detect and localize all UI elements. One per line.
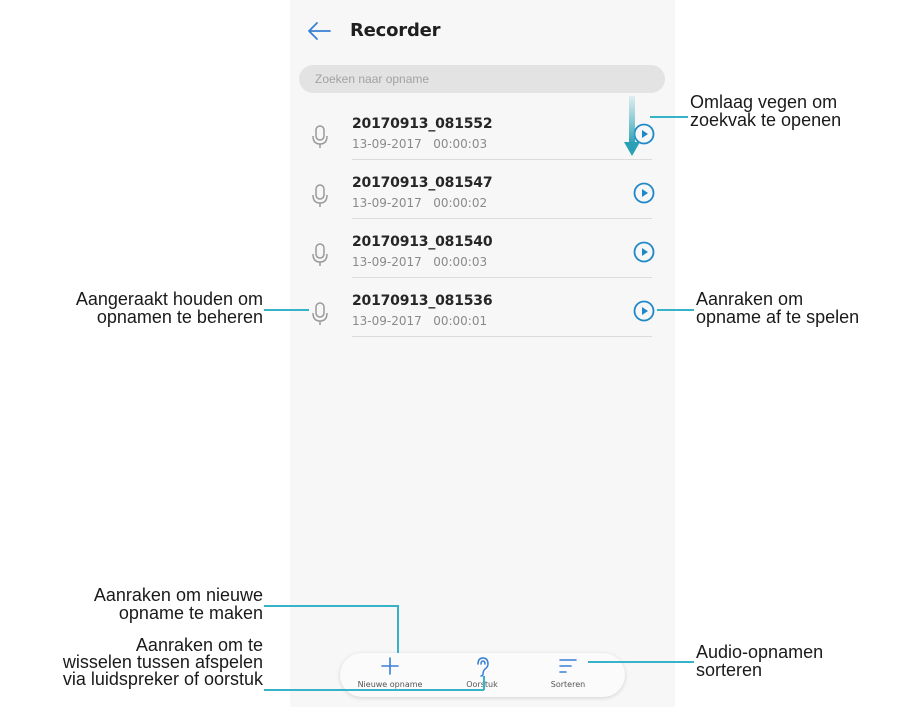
sort-lines-icon (559, 659, 577, 673)
microphone-icon (312, 243, 328, 266)
callout-line: opnamen te beheren (96, 307, 263, 327)
play-circle-icon[interactable] (632, 240, 656, 264)
recording-duration: 00:00:03 (433, 137, 488, 151)
new-recording-label: Nieuwe opname (357, 680, 423, 689)
recording-name: 20170913_081552 (352, 116, 493, 132)
list-item[interactable]: 20170913_081552 13-09-2017 00:00:03 (290, 110, 675, 168)
recording-name: 20170913_081547 (352, 175, 493, 191)
page-title: Recorder (350, 20, 441, 41)
recording-date: 13-09-2017 (352, 196, 422, 210)
recording-duration: 00:00:03 (433, 255, 488, 269)
search-input[interactable] (299, 65, 665, 93)
callout-connector (650, 116, 688, 118)
callout-hold: Aangeraakt houden om opnamen te beheren (8, 290, 263, 326)
recording-date: 13-09-2017 (352, 255, 422, 269)
callout-line: Aangeraakt houden om (75, 289, 263, 309)
divider (352, 277, 652, 278)
recording-meta: 13-09-2017 00:00:01 (352, 314, 487, 328)
plus-icon (381, 657, 399, 675)
recording-date: 13-09-2017 (352, 314, 422, 328)
callout-line: opname te maken (118, 603, 263, 623)
recording-meta: 13-09-2017 00:00:03 (352, 137, 487, 151)
microphone-icon (312, 125, 328, 148)
callout-connector (264, 309, 309, 311)
callout-swipe: Omlaag vegen om zoekvak te openen (690, 93, 841, 129)
callout-line: Aanraken om nieuwe (93, 585, 263, 605)
callout-line: Audio-opnamen (696, 642, 824, 662)
callout-connector (657, 309, 694, 311)
callout-connector (264, 689, 484, 691)
callout-line: sorteren (696, 660, 763, 680)
recording-duration: 00:00:02 (433, 196, 488, 210)
divider (352, 159, 652, 160)
divider (352, 336, 652, 337)
back-arrow-icon[interactable] (306, 20, 332, 42)
recording-duration: 00:00:01 (433, 314, 488, 328)
microphone-icon (312, 302, 328, 325)
list-item[interactable]: 20170913_081540 13-09-2017 00:00:03 (290, 228, 675, 286)
callout-connector (397, 605, 399, 653)
callout-line: zoekvak te openen (690, 110, 842, 130)
sort-button[interactable]: Sorteren (528, 653, 608, 697)
callout-line: Omlaag vegen om (690, 92, 838, 112)
divider (352, 218, 652, 219)
sort-label: Sorteren (550, 680, 586, 689)
callout-line: via luidspreker of oorstuk (62, 669, 263, 689)
microphone-icon (312, 184, 328, 207)
earpiece-label: Oorstuk (466, 680, 498, 689)
recording-name: 20170913_081536 (352, 293, 493, 309)
ear-icon (477, 657, 489, 677)
recording-date: 13-09-2017 (352, 137, 422, 151)
list-item[interactable]: 20170913_081536 13-09-2017 00:00:01 (290, 287, 675, 345)
callout-sort: Audio-opnamen sorteren (696, 643, 823, 679)
callout-new: Aanraken om nieuwe opname te maken (8, 586, 263, 622)
list-item[interactable]: 20170913_081547 13-09-2017 00:00:02 (290, 169, 675, 227)
callout-play: Aanraken om opname af te spelen (696, 290, 859, 326)
phone-screen: Recorder 20170913_081552 13-09-2017 00:0… (290, 0, 675, 707)
recording-name: 20170913_081540 (352, 234, 493, 250)
callout-connector (588, 661, 694, 663)
callout-connector (483, 676, 485, 690)
callout-switch: Aanraken om te wisselen tussen afspelen … (8, 636, 263, 689)
callout-line: Aanraken om (696, 289, 804, 309)
recording-meta: 13-09-2017 00:00:03 (352, 255, 487, 269)
play-circle-icon[interactable] (632, 299, 656, 323)
swipe-down-arrow-icon (624, 96, 640, 156)
callout-line: opname af te spelen (696, 307, 860, 327)
app-bar: Recorder (290, 0, 675, 62)
callout-connector (264, 605, 398, 607)
play-circle-icon[interactable] (632, 181, 656, 205)
recording-meta: 13-09-2017 00:00:02 (352, 196, 487, 210)
